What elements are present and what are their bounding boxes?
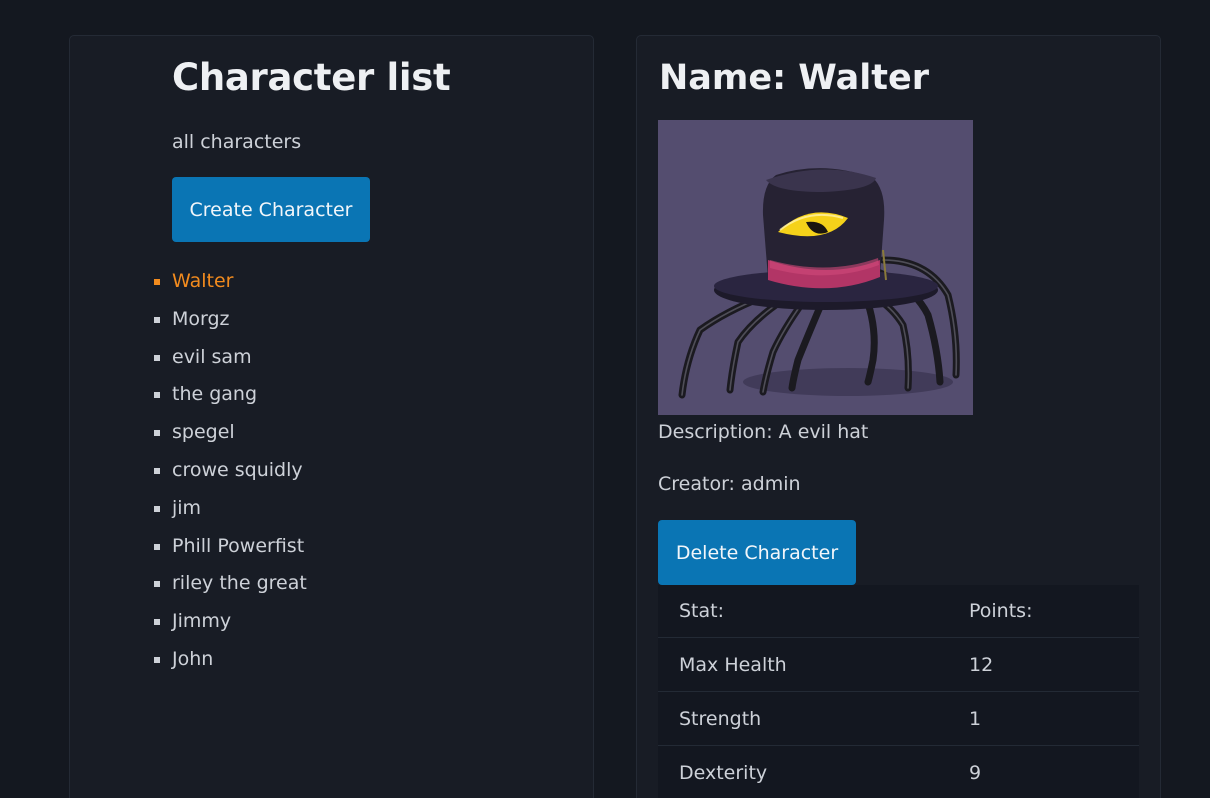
stat-points-cell: 1 (969, 691, 1139, 746)
square-bullet-icon (154, 619, 160, 626)
character-item-label: evil sam (172, 345, 252, 368)
square-bullet-icon (154, 543, 160, 550)
character-item-riley-the-great[interactable]: riley the great (154, 565, 307, 603)
character-item-the-gang[interactable]: the gang (154, 376, 307, 414)
table-header-row: Stat: Points: (658, 585, 1139, 638)
stat-points-cell: 12 (969, 637, 1139, 692)
character-item-walter[interactable]: Walter (154, 263, 307, 301)
character-item-label: riley the great (172, 572, 307, 595)
character-item-evil-sam[interactable]: evil sam (154, 339, 307, 377)
character-item-crowe-squidly[interactable]: crowe squidly (154, 452, 307, 490)
stat-name-cell: Max Health (658, 637, 969, 692)
character-item-john[interactable]: John (154, 641, 307, 679)
square-bullet-icon (154, 392, 160, 399)
square-bullet-icon (154, 354, 160, 361)
page: Character list all characters Create Cha… (0, 0, 1210, 798)
table-row: Strength 1 (658, 691, 1139, 746)
character-item-label: John (172, 647, 214, 670)
square-bullet-icon (154, 505, 160, 512)
character-list: Walter Morgz evil sam the gang spegel cr… (154, 263, 307, 679)
character-item-label: jim (172, 496, 202, 519)
list-subtitle: all characters (172, 131, 302, 153)
character-portrait (658, 120, 973, 415)
character-item-morgz[interactable]: Morgz (154, 301, 307, 339)
character-name-heading: Name: Walter (659, 58, 930, 98)
character-creator: Creator: admin (658, 473, 801, 495)
character-description: Description: A evil hat (658, 421, 869, 443)
stat-name-cell: Strength (658, 691, 969, 746)
square-bullet-icon (154, 316, 160, 323)
character-item-spegel[interactable]: spegel (154, 414, 307, 452)
stat-name-cell: Dexterity (658, 745, 969, 798)
character-item-label: spegel (172, 421, 235, 444)
square-bullet-icon (154, 467, 160, 474)
character-item-label: Morgz (172, 307, 230, 330)
stat-column-header: Stat: (658, 585, 969, 638)
character-detail-panel: Name: Walter Description: A evil hat Cre… (636, 35, 1161, 798)
table-row: Dexterity 9 (658, 745, 1139, 798)
character-item-jim[interactable]: jim (154, 490, 307, 528)
character-item-label: Walter (172, 270, 234, 292)
page-title: Character list (172, 56, 451, 99)
create-character-button[interactable]: Create Character (172, 177, 370, 242)
stats-table: Stat: Points: Max Health 12 Strength 1 D… (658, 585, 1139, 798)
character-item-label: the gang (172, 383, 258, 406)
square-bullet-icon (154, 656, 160, 663)
stat-points-cell: 9 (969, 745, 1139, 798)
square-bullet-icon (154, 279, 160, 285)
spider-hat-illustration (658, 120, 973, 415)
table-row: Max Health 12 (658, 637, 1139, 692)
character-list-panel: Character list all characters Create Cha… (69, 35, 594, 798)
delete-character-button[interactable]: Delete Character (658, 520, 856, 585)
square-bullet-icon (154, 430, 160, 437)
character-item-label: crowe squidly (172, 458, 303, 481)
character-item-label: Jimmy (172, 610, 232, 633)
character-item-label: Phill Powerfist (172, 534, 305, 557)
square-bullet-icon (154, 581, 160, 588)
character-item-phill-powerfist[interactable]: Phill Powerfist (154, 528, 307, 566)
character-item-jimmy[interactable]: Jimmy (154, 603, 307, 641)
points-column-header: Points: (969, 585, 1139, 638)
